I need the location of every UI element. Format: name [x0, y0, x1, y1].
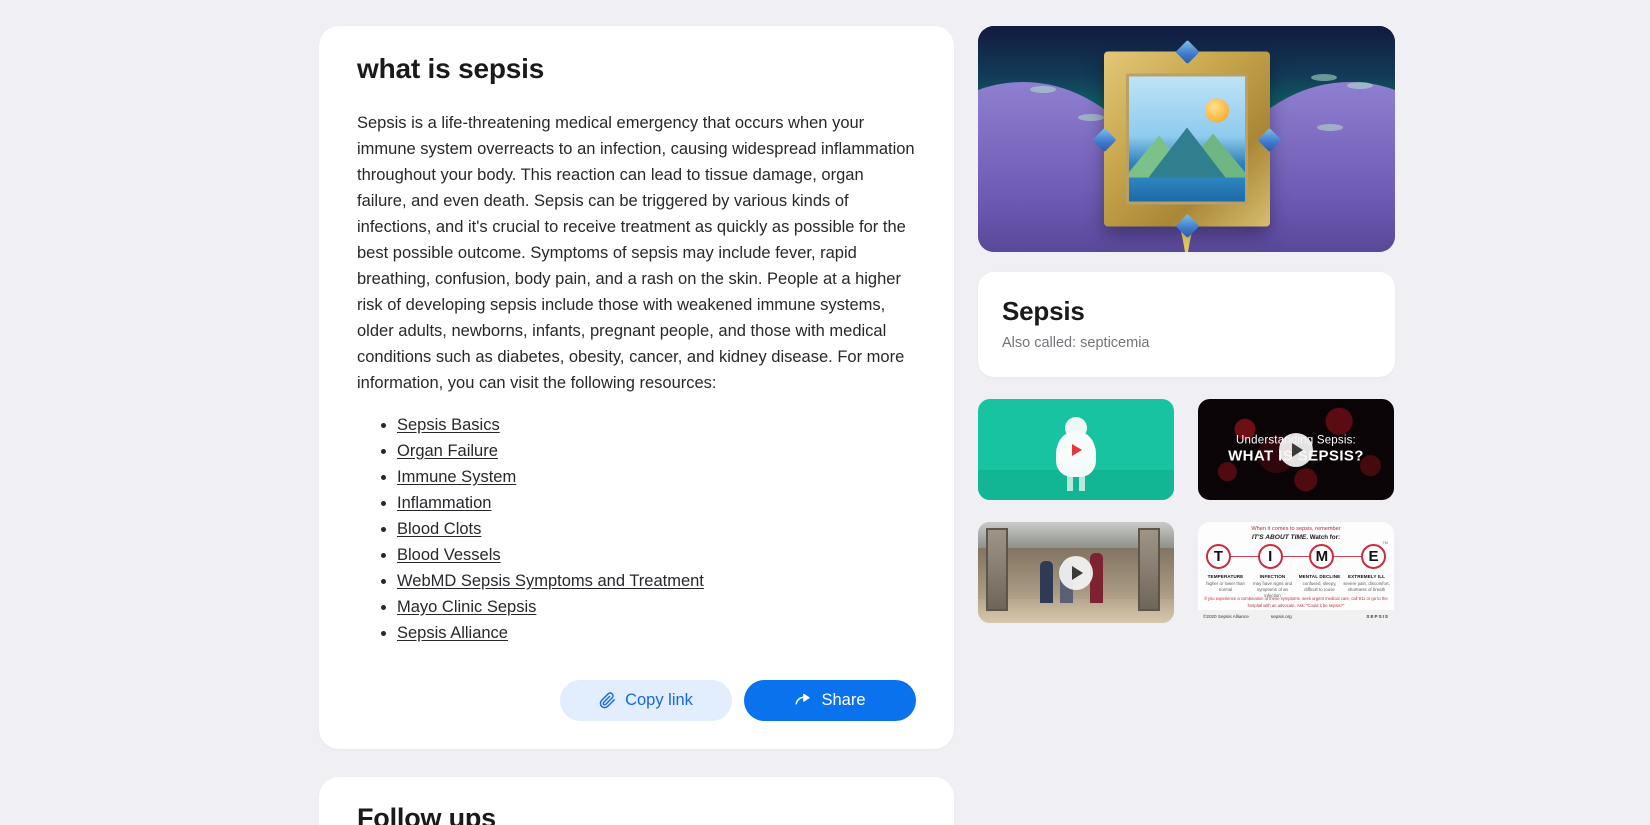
cloud-icon [1311, 74, 1337, 81]
play-icon[interactable] [1059, 555, 1093, 590]
page-root: what is sepsis Sepsis is a life-threaten… [0, 0, 1650, 825]
letter-circle: M [1309, 544, 1335, 569]
link-icon [599, 691, 616, 709]
door-shape [986, 528, 1008, 611]
resource-link[interactable]: Sepsis Basics [397, 416, 500, 434]
media-thumbnail-grid: Understanding Sepsis: WHAT IS SEPSIS? [978, 399, 1395, 623]
video-thumbnail-hospital-corridor[interactable] [978, 522, 1174, 623]
infographic-headline-lead: When it comes to sepsis, remember [1251, 526, 1341, 532]
infographic-credit: ©2020 Sepsis Alliance [1203, 614, 1249, 619]
right-column: Sepsis Also called: septicemia Understan… [978, 26, 1395, 623]
list-item[interactable]: Immune System [397, 464, 916, 490]
resource-link[interactable]: Immune System [397, 468, 516, 486]
infographic-site: sepsis.org [1270, 614, 1292, 619]
infographic-headline: When it comes to sepsis, remember IT'S A… [1198, 525, 1394, 543]
copy-link-label: Copy link [625, 690, 693, 709]
entity-card: Sepsis Also called: septicemia [978, 272, 1395, 377]
letter-circle: T [1206, 544, 1231, 569]
infographic-label-text: higher or lower than normal [1206, 580, 1245, 593]
cloud-icon [1347, 82, 1373, 89]
framed-landscape-image-icon [1091, 39, 1282, 239]
frame-canvas [1125, 73, 1248, 205]
infographic-brand: SEPSIS [1366, 614, 1389, 619]
list-item[interactable]: WebMD Sepsis Symptoms and Treatment [397, 568, 916, 594]
trademark-mark: TM [1382, 540, 1388, 545]
letter-circle: E [1361, 544, 1387, 569]
play-icon[interactable] [1057, 430, 1095, 469]
cloud-icon [1078, 114, 1104, 121]
list-item[interactable]: Blood Clots [397, 516, 916, 542]
list-item[interactable]: Sepsis Alliance [397, 620, 916, 646]
resource-link[interactable]: Blood Vessels [397, 546, 501, 564]
connector-line [1334, 555, 1362, 558]
video-thumbnail-teal-figure[interactable] [978, 399, 1174, 500]
infographic-label-title: INFECTION [1259, 574, 1286, 579]
resource-link[interactable]: WebMD Sepsis Symptoms and Treatment [397, 572, 704, 590]
share-button[interactable]: Share [744, 679, 916, 721]
copy-link-button[interactable]: Copy link [560, 679, 732, 721]
list-item[interactable]: Mayo Clinic Sepsis [397, 594, 916, 620]
image-thumbnail-time-infographic[interactable]: When it comes to sepsis, remember IT'S A… [1198, 522, 1394, 623]
answer-actions: Copy link Share [357, 679, 916, 721]
infographic-label-text: severe pain, discomfort, shortness of br… [1343, 580, 1390, 593]
list-item[interactable]: Blood Vessels [397, 542, 916, 568]
resource-link[interactable]: Blood Clots [397, 520, 481, 538]
infographic-credit-bar: ©2020 Sepsis Alliance sepsis.org SEPSIS [1198, 610, 1394, 623]
letter-circle: I [1257, 544, 1283, 569]
answer-resource-list: Sepsis Basics Organ Failure Immune Syste… [357, 412, 916, 646]
entity-also-called: Also called: septicemia [1002, 335, 1150, 351]
resource-link[interactable]: Mayo Clinic Sepsis [397, 598, 536, 616]
answer-body-text: Sepsis is a life-threatening medical eme… [357, 113, 915, 392]
connector-line [1231, 555, 1258, 558]
resource-link[interactable]: Organ Failure [397, 442, 498, 460]
list-item[interactable]: Sepsis Basics [397, 412, 916, 438]
infographic-letters: T I M E [1206, 544, 1387, 569]
play-icon[interactable] [1279, 432, 1313, 467]
connector-line [1282, 555, 1310, 558]
page-title: what is sepsis [357, 53, 545, 84]
sun-icon [1204, 98, 1229, 123]
list-item[interactable]: Inflammation [397, 490, 916, 516]
infographic-label-title: MENTAL DECLINE [1298, 574, 1341, 579]
share-arrow-icon [794, 691, 812, 709]
resource-link[interactable]: Inflammation [397, 494, 491, 512]
water-shape [1128, 177, 1245, 202]
infographic-label-title: EXTREMELY ILL [1347, 574, 1386, 579]
infographic-footer: If you experience a combination of these… [1204, 596, 1388, 608]
followups-title: Follow ups [357, 802, 496, 825]
infographic-headline-emphasis: IT'S ABOUT TIME [1251, 534, 1307, 542]
mountain-shape [1146, 127, 1227, 180]
infographic-label-text: confused, sleepy, difficult to rouse [1302, 580, 1337, 593]
share-label: Share [821, 690, 866, 709]
answer-card: what is sepsis Sepsis is a life-threaten… [319, 26, 954, 749]
cloud-icon [1030, 86, 1056, 93]
door-shape [1138, 528, 1160, 611]
video-thumbnail-understanding-sepsis[interactable]: Understanding Sepsis: WHAT IS SEPSIS? [1198, 399, 1394, 500]
infographic-headline-watch: . Watch for: [1306, 534, 1341, 542]
entity-name: Sepsis [1002, 296, 1085, 326]
list-item[interactable]: Organ Failure [397, 438, 916, 464]
hero-image-card [978, 26, 1395, 252]
left-column: what is sepsis Sepsis is a life-threaten… [319, 26, 954, 825]
resource-link[interactable]: Sepsis Alliance [397, 624, 508, 642]
cloud-icon [1317, 124, 1343, 131]
followups-card: Follow ups How does a person get sepsis? [319, 776, 954, 825]
infographic-label-title: TEMPERATURE [1207, 574, 1244, 579]
person-shape [1040, 561, 1053, 603]
